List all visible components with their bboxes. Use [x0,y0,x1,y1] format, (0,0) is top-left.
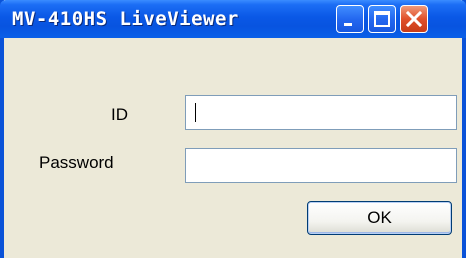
close-button[interactable] [400,5,428,33]
text-caret [195,103,196,122]
ok-button[interactable]: OK [307,201,452,235]
window-title: MV-410HS LiveViewer [12,8,239,30]
maximize-button[interactable] [368,5,396,33]
title-bar[interactable]: MV-410HS LiveViewer [0,0,466,38]
dialog-body: ID Password OK [4,38,462,258]
login-dialog: MV-410HS LiveViewer ID Password OK [0,0,466,258]
password-input[interactable] [185,148,457,183]
close-icon [405,10,423,28]
id-input[interactable] [185,95,457,130]
password-label: Password [39,153,114,172]
id-label: ID [111,105,128,124]
maximize-icon [374,11,390,27]
minimize-icon [344,23,352,26]
minimize-button[interactable] [336,5,364,33]
